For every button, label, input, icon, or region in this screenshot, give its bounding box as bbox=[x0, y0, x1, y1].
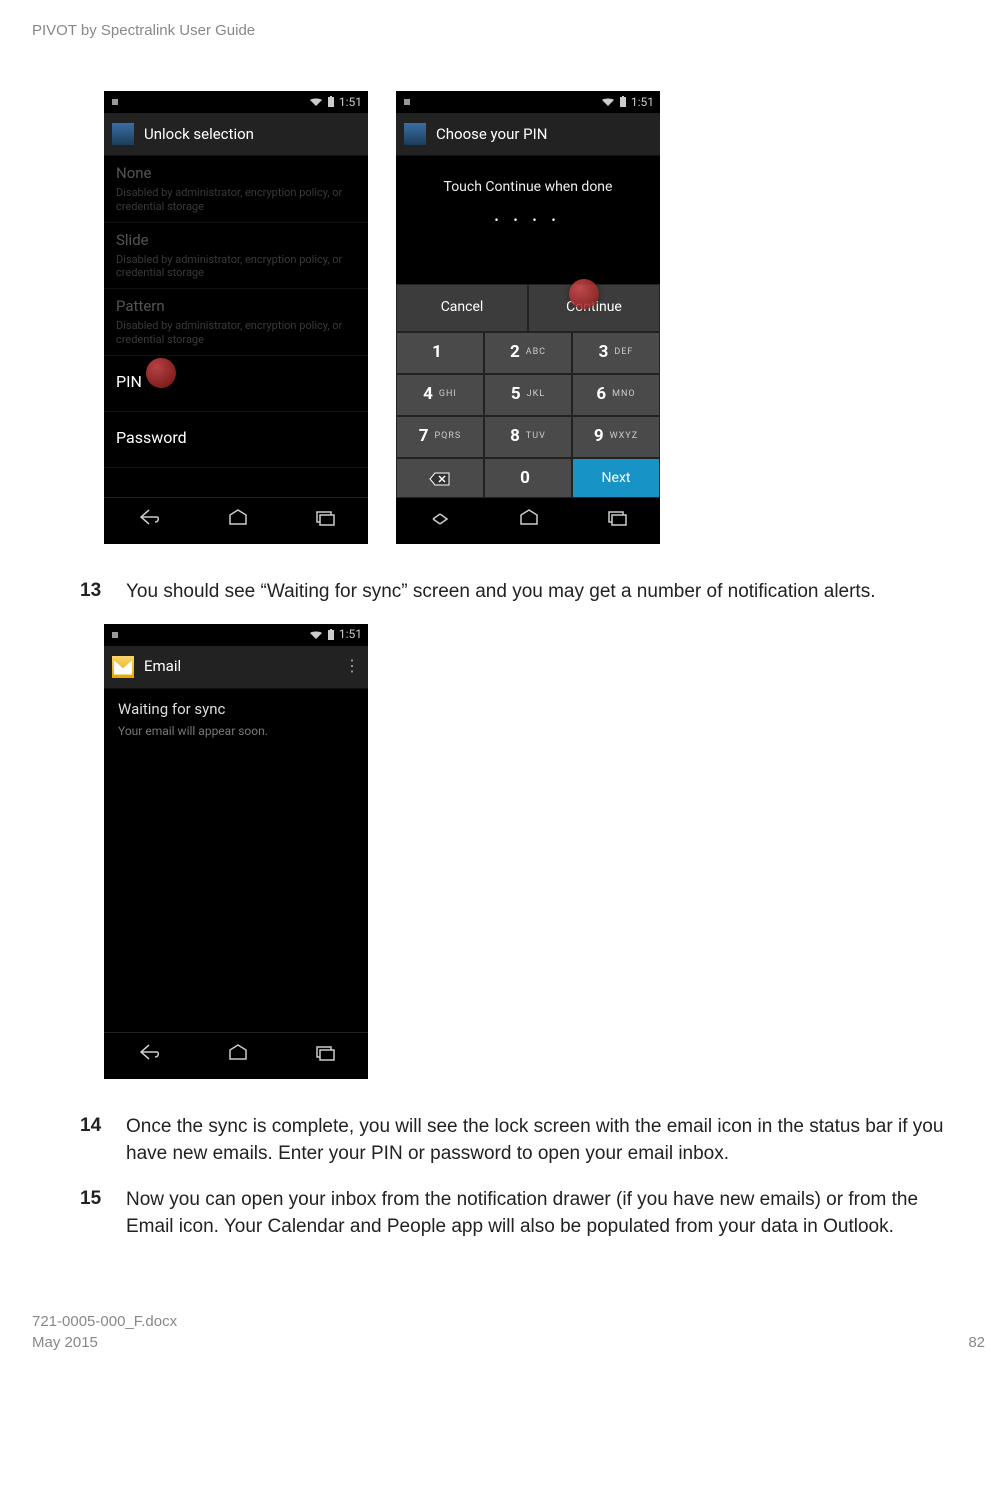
continue-button[interactable]: Continue bbox=[528, 284, 660, 332]
wifi-icon bbox=[601, 97, 615, 107]
action-bar: Email ⋮ bbox=[104, 646, 368, 689]
status-bar: 1:51 bbox=[104, 91, 368, 113]
battery-icon bbox=[327, 96, 335, 108]
step-text: Now you can open your inbox from the not… bbox=[126, 1186, 985, 1241]
status-time: 1:51 bbox=[339, 94, 362, 111]
footer-filename: 721-0005-000_F.docx bbox=[32, 1311, 177, 1332]
status-time: 1:51 bbox=[631, 94, 654, 111]
step-14: 14 Once the sync is complete, you will s… bbox=[80, 1113, 985, 1168]
step-text: You should see “Waiting for sync” screen… bbox=[126, 578, 985, 606]
pin-dots: • • • • bbox=[396, 206, 660, 246]
key-6[interactable]: 6MNO bbox=[572, 374, 660, 416]
email-icon bbox=[112, 656, 134, 678]
status-time: 1:51 bbox=[339, 626, 362, 643]
unlock-option-password[interactable]: Password bbox=[104, 412, 368, 468]
step-13: 13 You should see “Waiting for sync” scr… bbox=[80, 578, 985, 606]
option-title: Slide bbox=[116, 230, 356, 251]
unlock-option-pin[interactable]: PIN bbox=[104, 356, 368, 412]
recents-icon[interactable] bbox=[607, 508, 627, 533]
screenshot-choose-pin: 1:51 Choose your PIN Touch Continue when… bbox=[396, 91, 660, 544]
overflow-menu-icon[interactable]: ⋮ bbox=[344, 655, 360, 677]
action-bar: Choose your PIN bbox=[396, 113, 660, 156]
back-icon[interactable] bbox=[137, 508, 161, 533]
wifi-icon bbox=[309, 97, 323, 107]
option-title: None bbox=[116, 163, 356, 184]
touch-indicator-icon bbox=[146, 358, 176, 388]
home-icon[interactable] bbox=[227, 508, 249, 533]
sync-panel: Waiting for sync Your email will appear … bbox=[104, 689, 368, 750]
screenshot-email-sync: 1:51 Email ⋮ Waiting for sync Your email… bbox=[104, 624, 368, 1079]
step-number: 14 bbox=[80, 1113, 108, 1168]
battery-icon bbox=[619, 96, 627, 108]
key-next[interactable]: Next bbox=[572, 458, 660, 500]
option-title: Password bbox=[116, 419, 356, 457]
status-left-icon bbox=[402, 97, 412, 107]
status-bar: 1:51 bbox=[396, 91, 660, 113]
home-icon[interactable] bbox=[227, 1043, 249, 1068]
key-9[interactable]: 9WXYZ bbox=[572, 416, 660, 458]
page-footer: 721-0005-000_F.docx May 2015 82 bbox=[32, 1311, 985, 1353]
screen-title: Choose your PIN bbox=[436, 124, 547, 145]
settings-icon bbox=[404, 123, 426, 145]
option-title: Pattern bbox=[116, 296, 356, 317]
status-bar: 1:51 bbox=[104, 624, 368, 646]
page-number: 82 bbox=[968, 1332, 985, 1353]
key-0[interactable]: 0 bbox=[484, 458, 572, 500]
screen-title: Unlock selection bbox=[144, 124, 254, 145]
pin-instruction: Touch Continue when done bbox=[396, 156, 660, 206]
nav-bar bbox=[104, 1032, 368, 1079]
step-number: 15 bbox=[80, 1186, 108, 1241]
key-1[interactable]: 1 bbox=[396, 332, 484, 374]
unlock-option-pattern: Pattern Disabled by administrator, encry… bbox=[104, 289, 368, 356]
settings-icon bbox=[112, 123, 134, 145]
action-bar: Unlock selection bbox=[104, 113, 368, 156]
touch-indicator-icon bbox=[569, 279, 599, 309]
step-number: 13 bbox=[80, 578, 108, 606]
option-subtitle: Disabled by administrator, encryption po… bbox=[116, 186, 356, 214]
recents-icon[interactable] bbox=[315, 508, 335, 533]
key-4[interactable]: 4GHI bbox=[396, 374, 484, 416]
option-subtitle: Disabled by administrator, encryption po… bbox=[116, 319, 356, 347]
nav-bar bbox=[104, 497, 368, 544]
screenshot-unlock-selection: 1:51 Unlock selection None Disabled by a… bbox=[104, 91, 368, 544]
running-header: PIVOT by Spectralink User Guide bbox=[32, 20, 985, 41]
key-8[interactable]: 8TUV bbox=[484, 416, 572, 458]
numeric-keypad: 1 2ABC 3DEF 4GHI 5JKL 6MNO 7PQRS 8TUV 9W… bbox=[396, 332, 660, 500]
wifi-icon bbox=[309, 630, 323, 640]
sync-subtitle: Your email will appear soon. bbox=[118, 723, 354, 740]
screen-title: Email bbox=[144, 656, 181, 677]
key-delete[interactable] bbox=[396, 458, 484, 500]
step-15: 15 Now you can open your inbox from the … bbox=[80, 1186, 985, 1241]
unlock-option-slide: Slide Disabled by administrator, encrypt… bbox=[104, 223, 368, 290]
option-subtitle: Disabled by administrator, encryption po… bbox=[116, 253, 356, 281]
nav-bar bbox=[396, 497, 660, 544]
sync-title: Waiting for sync bbox=[118, 699, 354, 720]
back-icon[interactable] bbox=[429, 508, 451, 533]
battery-icon bbox=[327, 629, 335, 641]
status-left-icon bbox=[110, 630, 120, 640]
step-text: Once the sync is complete, you will see … bbox=[126, 1113, 985, 1168]
home-icon[interactable] bbox=[518, 508, 540, 533]
unlock-option-none: None Disabled by administrator, encrypti… bbox=[104, 156, 368, 223]
key-7[interactable]: 7PQRS bbox=[396, 416, 484, 458]
back-icon[interactable] bbox=[137, 1043, 161, 1068]
key-5[interactable]: 5JKL bbox=[484, 374, 572, 416]
recents-icon[interactable] bbox=[315, 1043, 335, 1068]
key-3[interactable]: 3DEF bbox=[572, 332, 660, 374]
footer-date: May 2015 bbox=[32, 1332, 177, 1353]
key-2[interactable]: 2ABC bbox=[484, 332, 572, 374]
status-left-icon bbox=[110, 97, 120, 107]
cancel-button[interactable]: Cancel bbox=[396, 284, 528, 332]
